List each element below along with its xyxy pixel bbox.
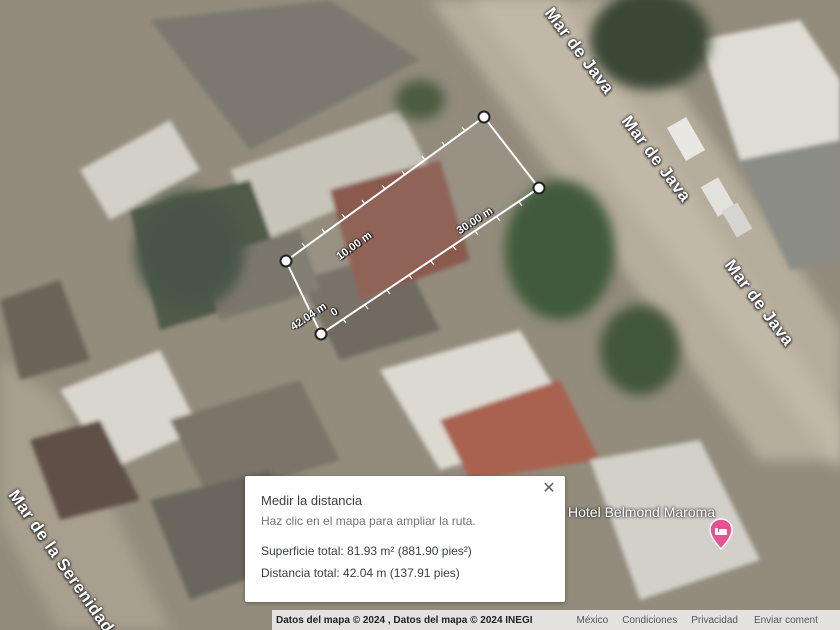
vertex-handle[interactable] (477, 110, 491, 124)
footer-link-privacy[interactable]: Privacidad (691, 615, 738, 626)
poi-label[interactable]: Hotel Belmond Maroma (568, 504, 715, 520)
map-attribution: Datos del mapa © 2024 , Datos del mapa ©… (276, 614, 533, 626)
footer-link-feedback[interactable]: Enviar coment (754, 615, 818, 626)
hotel-bed-icon[interactable] (708, 518, 734, 550)
measured-area (286, 117, 539, 334)
footer-link-mexico[interactable]: México (577, 615, 609, 626)
footer-link-terms[interactable]: Condiciones (622, 615, 677, 626)
total-area: Superficie total: 81.93 m² (881.90 pies²… (261, 544, 472, 558)
close-icon[interactable]: ✕ (539, 479, 559, 499)
card-hint: Haz clic en el mapa para ampliar la ruta… (261, 514, 476, 528)
vertex-handle[interactable] (532, 181, 546, 195)
measure-distance-card: Medir la distancia Haz clic en el mapa p… (245, 476, 565, 602)
total-distance: Distancia total: 42.04 m (137.91 pies) (261, 566, 460, 580)
card-title: Medir la distancia (261, 493, 363, 508)
satellite-map[interactable]: 10.00 m 30.00 m 42.04 m 0 Mar de Java Ma… (0, 0, 840, 630)
vertex-handle[interactable] (279, 254, 293, 268)
map-footer: Datos del mapa © 2024 , Datos del mapa ©… (272, 610, 840, 630)
vertex-handle[interactable] (314, 327, 328, 341)
